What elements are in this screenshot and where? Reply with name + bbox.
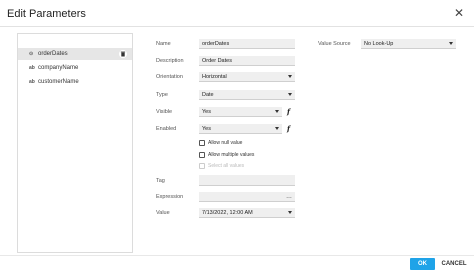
value-date-select[interactable]: 7/13/2022, 12:00 AM [199, 208, 295, 218]
description-input[interactable]: Order Dates [199, 56, 295, 66]
parameter-name: companyName [38, 65, 79, 71]
parameter-item-customerName[interactable]: ab customerName [18, 76, 132, 88]
tag-input[interactable] [199, 175, 295, 186]
name-input[interactable]: orderDates [199, 39, 295, 49]
visible-expression-fx-icon[interactable]: f [287, 107, 290, 117]
expression-editor-button[interactable]: … [286, 192, 292, 202]
header-divider [0, 26, 474, 27]
value-label: Value [156, 210, 170, 216]
enabled-label: Enabled [156, 126, 177, 132]
enabled-expression-fx-icon[interactable]: f [287, 124, 290, 134]
visible-value: Yes [202, 109, 211, 115]
parameter-name: orderDates [38, 51, 68, 57]
chevron-down-icon [288, 93, 292, 96]
chevron-down-icon [288, 211, 292, 214]
parameter-item-orderDates[interactable]: ⊙ orderDates [18, 48, 132, 60]
orientation-label: Orientation [156, 74, 183, 80]
chevron-down-icon [275, 127, 279, 130]
delete-icon[interactable] [119, 50, 127, 58]
orientation-select[interactable]: Horizontal [199, 72, 295, 82]
parameter-item-companyName[interactable]: ab companyName [18, 62, 132, 74]
checkbox-box[interactable] [199, 151, 205, 158]
chevron-down-icon [288, 75, 292, 78]
select-all-label: Select all values [208, 163, 245, 169]
value-date: 7/13/2022, 12:00 AM [202, 210, 253, 216]
name-label: Name [156, 41, 171, 47]
allow-null-checkbox[interactable]: Allow null value [199, 139, 242, 148]
type-value: Date [202, 92, 214, 98]
calendar-type-icon: ⊙ [29, 51, 34, 57]
expression-label: Expression [156, 194, 184, 200]
cancel-button[interactable]: CANCEL [439, 258, 469, 270]
string-type-icon: ab [29, 79, 35, 85]
visible-label: Visible [156, 109, 173, 115]
value-source-select[interactable]: No Look-Up [361, 39, 456, 49]
ok-button[interactable]: OK [410, 258, 435, 270]
allow-null-label: Allow null value [208, 140, 243, 146]
string-type-icon: ab [29, 65, 35, 71]
chevron-down-icon [275, 110, 279, 113]
dialog-title: Edit Parameters [7, 8, 86, 20]
allow-multiple-label: Allow multiple values [208, 152, 255, 158]
expression-input[interactable]: … [199, 192, 295, 202]
orientation-value: Horizontal [202, 74, 227, 80]
edit-parameters-dialog: Edit Parameters ✕ ▲ ▼ ⊙ orderDates ab co… [0, 0, 474, 278]
type-label: Type [156, 92, 168, 98]
footer-divider [0, 255, 474, 256]
visible-select[interactable]: Yes [199, 107, 282, 117]
allow-multiple-checkbox[interactable]: Allow multiple values [199, 151, 254, 160]
tag-label: Tag [156, 178, 165, 184]
chevron-down-icon [449, 42, 453, 45]
enabled-select[interactable]: Yes [199, 124, 282, 134]
description-label: Description [156, 58, 184, 64]
value-source-value: No Look-Up [364, 41, 394, 47]
parameter-name: customerName [38, 79, 79, 85]
enabled-value: Yes [202, 126, 211, 132]
checkbox-box[interactable] [199, 139, 205, 146]
value-source-label: Value Source [318, 41, 351, 47]
checkbox-box [199, 162, 205, 169]
close-icon[interactable]: ✕ [454, 6, 464, 20]
select-all-checkbox: Select all values [199, 162, 244, 171]
type-select[interactable]: Date [199, 90, 295, 100]
